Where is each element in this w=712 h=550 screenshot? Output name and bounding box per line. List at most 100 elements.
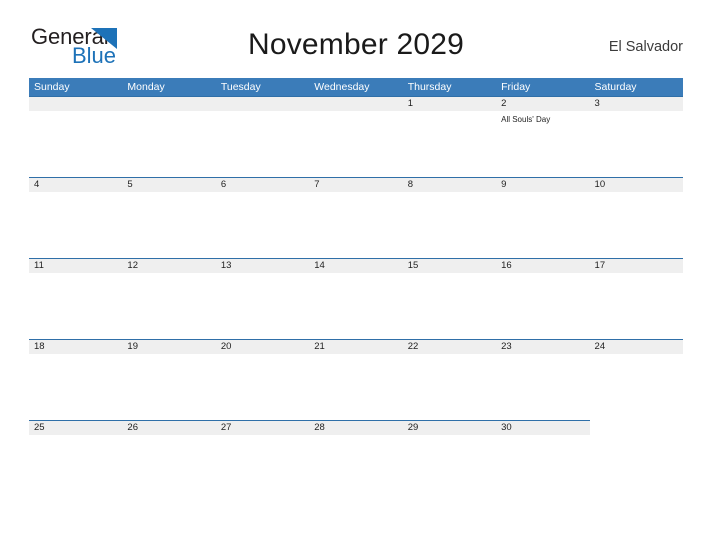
day-number: 1 — [407, 98, 413, 109]
day-events-24 — [590, 354, 683, 420]
day-number: 7 — [314, 179, 320, 190]
day-events-16 — [496, 273, 589, 339]
day-events-11 — [29, 273, 122, 339]
day-events-empty — [216, 111, 309, 177]
event-row — [29, 354, 683, 420]
day-events-12 — [122, 273, 215, 339]
date-number-row: 1 2 3 — [29, 96, 683, 111]
day-events-empty — [309, 111, 402, 177]
day-number: 24 — [594, 341, 606, 352]
day-events-26 — [122, 435, 215, 501]
day-cell-empty — [590, 420, 683, 435]
day-events-empty — [122, 111, 215, 177]
day-number: 22 — [407, 341, 419, 352]
page-title: November 2029 — [247, 28, 465, 61]
day-cell-29[interactable]: 29 — [403, 420, 496, 435]
calendar-week-row: 11 12 13 14 15 16 17 — [29, 258, 683, 339]
day-cell-15[interactable]: 15 — [403, 258, 496, 273]
country-label: El Salvador — [608, 39, 683, 55]
weekday-header-wednesday: Wednesday — [314, 81, 370, 93]
calendar-page: General Blue November 2029 El Salvador S… — [0, 0, 712, 550]
day-number: 29 — [407, 422, 419, 433]
event-row — [29, 435, 683, 501]
page-header: General Blue November 2029 El Salvador — [29, 22, 683, 70]
day-events-6 — [216, 192, 309, 258]
day-number: 30 — [501, 422, 512, 433]
day-cell-1[interactable]: 1 — [403, 96, 496, 111]
day-events-23 — [496, 354, 589, 420]
day-events-5 — [122, 192, 215, 258]
day-cell-empty — [216, 96, 309, 111]
weekday-header-tuesday: Tuesday — [220, 81, 261, 93]
day-cell-empty — [309, 96, 402, 111]
day-events-19 — [122, 354, 215, 420]
day-cell-18[interactable]: 18 — [29, 339, 122, 354]
day-events-13 — [216, 273, 309, 339]
day-cell-22[interactable]: 22 — [403, 339, 496, 354]
day-events-25 — [29, 435, 122, 501]
day-number: 25 — [34, 422, 45, 433]
day-cell-8[interactable]: 8 — [403, 177, 496, 192]
day-number: 26 — [127, 422, 138, 433]
day-cell-20[interactable]: 20 — [216, 339, 309, 354]
event-row — [29, 273, 683, 339]
day-number: 10 — [594, 179, 606, 190]
day-number: 18 — [34, 341, 45, 352]
day-cell-5[interactable]: 5 — [122, 177, 215, 192]
day-cell-17[interactable]: 17 — [590, 258, 683, 273]
calendar-grid: Sunday Monday Tuesday Wednesday Thursday Frid… — [29, 78, 683, 501]
day-cell-30[interactable]: 30 — [496, 420, 589, 435]
day-number: 5 — [127, 179, 133, 190]
day-events-2: All Souls' Day — [496, 111, 589, 177]
day-cell-13[interactable]: 13 — [216, 258, 309, 273]
day-cell-10[interactable]: 10 — [590, 177, 683, 192]
day-events-14 — [309, 273, 402, 339]
day-events-empty — [29, 111, 122, 177]
date-number-row: 11 12 13 14 15 16 17 — [29, 258, 683, 273]
day-events-28 — [309, 435, 402, 501]
day-cell-2[interactable]: 2 — [496, 96, 589, 111]
day-events-empty — [590, 435, 683, 501]
calendar-week-row: 1 2 3 All Souls' Day — [29, 96, 683, 177]
weekday-header-sunday: Sunday — [34, 81, 70, 93]
day-events-10 — [590, 192, 683, 258]
day-events-4 — [29, 192, 122, 258]
day-number: 3 — [594, 98, 600, 109]
day-events-30 — [496, 435, 589, 501]
event-label: All Souls' Day — [501, 115, 551, 124]
day-cell-26[interactable]: 26 — [122, 420, 215, 435]
day-number: 6 — [220, 179, 227, 190]
day-cell-16[interactable]: 16 — [496, 258, 589, 273]
day-cell-12[interactable]: 12 — [122, 258, 215, 273]
day-number: 8 — [407, 179, 413, 190]
day-number: 20 — [220, 341, 232, 352]
day-cell-25[interactable]: 25 — [29, 420, 122, 435]
day-cell-11[interactable]: 11 — [29, 258, 122, 273]
weekday-header-row: Sunday Monday Tuesday Wednesday Thursday Frid… — [29, 78, 683, 96]
day-cell-21[interactable]: 21 — [309, 339, 402, 354]
day-events-22 — [403, 354, 496, 420]
day-cell-6[interactable]: 6 — [216, 177, 309, 192]
day-cell-3[interactable]: 3 — [590, 96, 683, 111]
day-events-9 — [496, 192, 589, 258]
day-cell-4[interactable]: 4 — [29, 177, 122, 192]
day-cell-23[interactable]: 23 — [496, 339, 589, 354]
day-number: 23 — [501, 341, 512, 352]
day-cell-19[interactable]: 19 — [122, 339, 215, 354]
day-number: 21 — [314, 341, 325, 352]
day-cell-9[interactable]: 9 — [496, 177, 589, 192]
day-number: 19 — [127, 341, 138, 352]
day-cell-14[interactable]: 14 — [309, 258, 402, 273]
day-cell-7[interactable]: 7 — [309, 177, 402, 192]
day-cell-24[interactable]: 24 — [590, 339, 683, 354]
day-events-17 — [590, 273, 683, 339]
day-cell-27[interactable]: 27 — [216, 420, 309, 435]
day-number: 14 — [314, 260, 325, 271]
day-cell-28[interactable]: 28 — [309, 420, 402, 435]
day-events-15 — [403, 273, 496, 339]
day-events-18 — [29, 354, 122, 420]
date-number-row: 4 5 6 7 8 9 10 — [29, 177, 683, 192]
day-cell-empty — [122, 96, 215, 111]
date-number-row: 25 26 27 28 29 30 — [29, 420, 683, 435]
day-number: 16 — [501, 260, 512, 271]
